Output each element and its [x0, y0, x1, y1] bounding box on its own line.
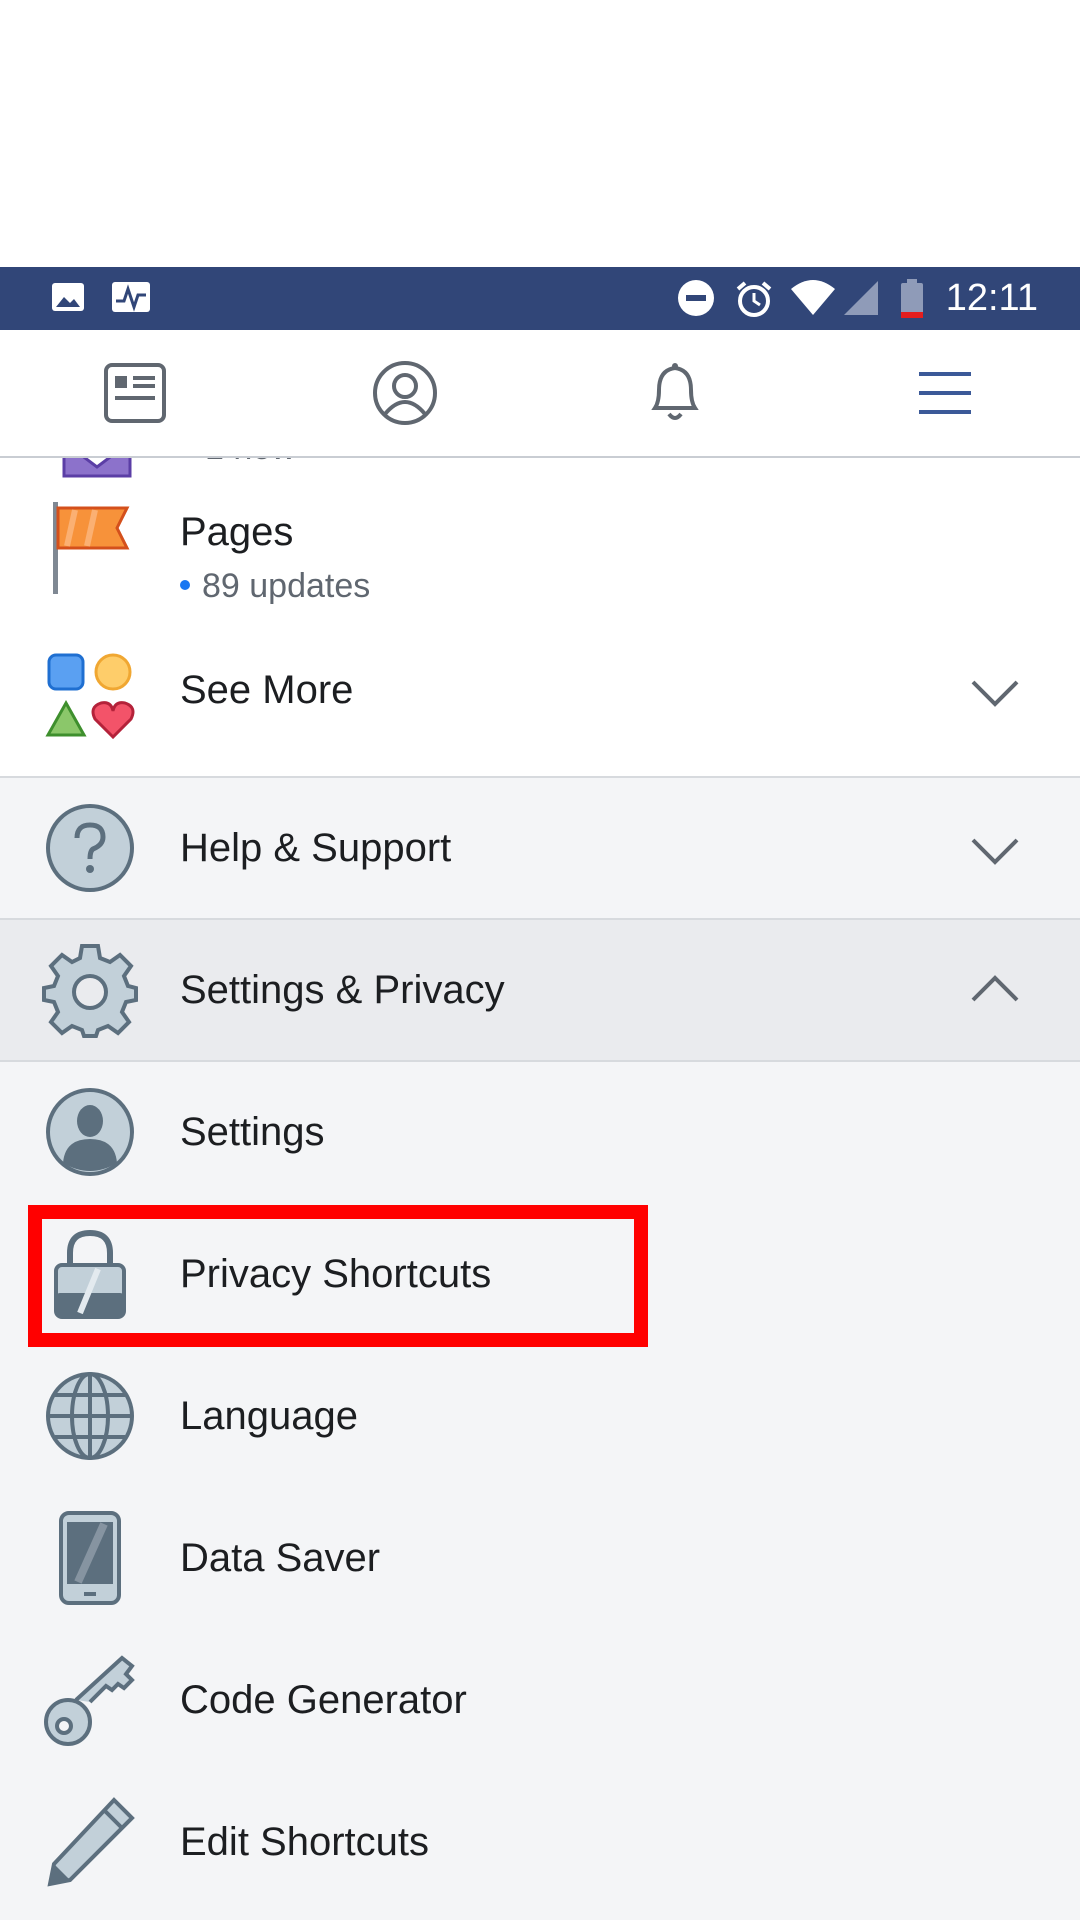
shapes-icon	[40, 646, 140, 746]
menu-item-language[interactable]: Language	[0, 1346, 1080, 1488]
pencil-icon	[40, 1792, 140, 1892]
signal-icon	[842, 279, 880, 322]
chevron-down-icon	[971, 680, 1019, 707]
activity-icon	[110, 279, 152, 320]
menu-item-settings-label: Settings	[180, 1110, 325, 1154]
menu-item-settings-privacy-label: Settings & Privacy	[180, 968, 505, 1012]
partial-menu-item-sub: 1 new	[205, 458, 296, 468]
alarm-icon	[734, 279, 774, 324]
status-bar: 12:11	[0, 267, 1080, 330]
menu-item-see-more[interactable]: See More	[0, 638, 1080, 778]
user-settings-icon	[40, 1082, 140, 1182]
menu-item-help-support-label: Help & Support	[180, 826, 452, 870]
partial-menu-item[interactable]: 1 new	[0, 458, 1080, 478]
notifications-tab[interactable]	[640, 358, 710, 428]
menu-item-edit-shortcuts-label: Edit Shortcuts	[180, 1820, 430, 1864]
menu-item-settings[interactable]: Settings	[0, 1062, 1080, 1204]
menu-item-code-generator[interactable]: Code Generator	[0, 1630, 1080, 1772]
menu-item-see-more-label: See More	[180, 668, 354, 712]
news-feed-icon	[104, 363, 166, 423]
wifi-icon	[790, 279, 836, 322]
menu-item-edit-shortcuts[interactable]: Edit Shortcuts	[0, 1772, 1080, 1920]
status-time: 12:11	[945, 277, 1038, 319]
menu-item-pages-sub: 89 updates	[180, 566, 370, 606]
top-navigation-bar	[0, 330, 1080, 458]
menu-item-help-support[interactable]: Help & Support	[0, 778, 1080, 918]
news-feed-tab[interactable]	[100, 358, 170, 428]
pages-updates-text: 89 updates	[202, 567, 371, 605]
profile-icon	[373, 361, 437, 425]
menu-tab[interactable]	[910, 358, 980, 428]
menu-icon	[919, 372, 971, 414]
chevron-down-icon	[971, 838, 1019, 865]
notifications-icon	[651, 363, 699, 420]
do-not-disturb-icon	[677, 279, 715, 322]
profile-tab[interactable]	[370, 358, 440, 428]
gear-icon	[40, 940, 140, 1040]
menu-list: 1 new Pages 89 updates See More Help & S…	[0, 458, 1080, 1920]
menu-item-language-label: Language	[180, 1394, 358, 1438]
chevron-up-icon	[971, 975, 1019, 1002]
menu-item-code-generator-label: Code Generator	[180, 1678, 467, 1722]
question-icon	[40, 798, 140, 898]
menu-item-pages-label: Pages	[180, 510, 294, 554]
highlight-box	[28, 1205, 648, 1347]
menu-item-settings-privacy[interactable]: Settings & Privacy	[0, 920, 1080, 1060]
image-icon	[50, 279, 86, 320]
key-icon	[40, 1650, 140, 1750]
top-blank-area	[0, 0, 1080, 267]
phone-icon	[40, 1508, 140, 1608]
menu-item-data-saver-label: Data Saver	[180, 1536, 381, 1580]
menu-item-data-saver[interactable]: Data Saver	[0, 1488, 1080, 1630]
update-dot	[180, 580, 190, 591]
battery-icon	[900, 279, 924, 324]
flag-icon	[40, 498, 140, 598]
menu-item-pages[interactable]: Pages 89 updates	[0, 478, 1080, 618]
globe-icon	[40, 1366, 140, 1466]
